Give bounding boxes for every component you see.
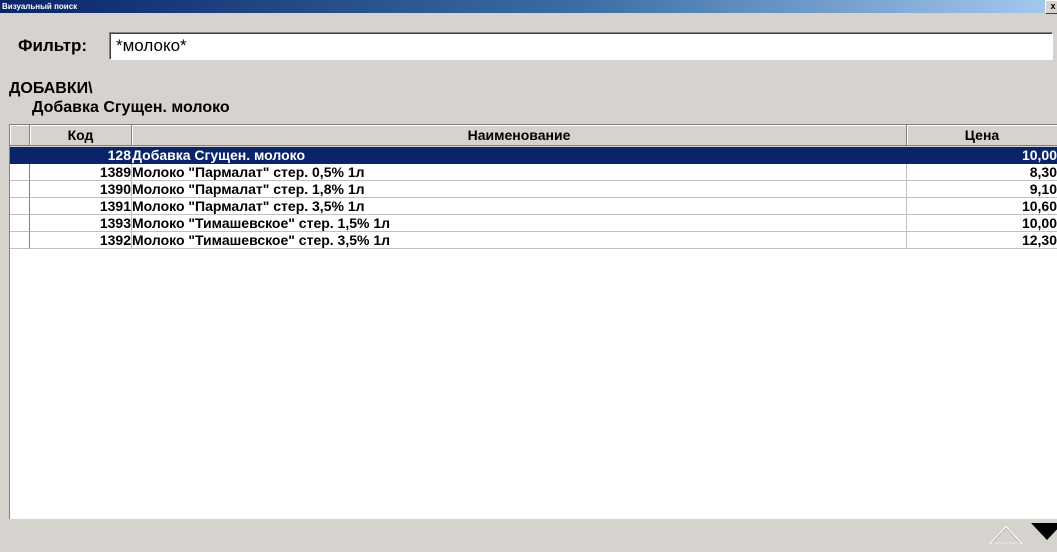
row-indicator bbox=[10, 181, 30, 198]
cell-code: 1389 bbox=[30, 164, 132, 181]
cell-code: 128 bbox=[30, 147, 132, 164]
cell-name: Молоко "Пармалат" стер. 3,5% 1л bbox=[132, 198, 907, 215]
results-grid[interactable]: Код Наименование Цена 128 Добавка Сгущен.… bbox=[9, 124, 1057, 520]
cell-name: Молоко "Тимашевское" стер. 3,5% 1л bbox=[132, 232, 907, 249]
table-row[interactable]: 1392 Молоко "Тимашевское" стер. 3,5% 1л 12… bbox=[10, 232, 1057, 249]
cell-code: 1391 bbox=[30, 198, 132, 215]
triangle-down-icon bbox=[1031, 523, 1057, 540]
cell-price: 9,10 bbox=[907, 181, 1057, 198]
close-button[interactable]: x bbox=[1045, 0, 1057, 14]
triangle-up-icon bbox=[989, 525, 1023, 544]
row-indicator bbox=[10, 164, 30, 181]
cell-code: 1390 bbox=[30, 181, 132, 198]
cell-price: 10,60 bbox=[907, 198, 1057, 215]
breadcrumb: ДОБАВКИ\ bbox=[9, 80, 93, 97]
cell-price: 10,00 bbox=[907, 215, 1057, 232]
table-row[interactable]: 1389 Молоко "Пармалат" стер. 0,5% 1л 8,30 bbox=[10, 164, 1057, 181]
grid-footer bbox=[9, 519, 1057, 547]
row-indicator bbox=[10, 198, 30, 215]
header-indicator bbox=[10, 125, 30, 146]
cell-code: 1393 bbox=[30, 215, 132, 232]
row-indicator bbox=[10, 232, 30, 249]
scroll-up-button[interactable] bbox=[988, 519, 1024, 547]
filter-label: Фильтр: bbox=[18, 36, 88, 55]
window-title: Визуальный поиск bbox=[2, 2, 78, 11]
column-header-name[interactable]: Наименование bbox=[132, 125, 907, 146]
cell-code: 1392 bbox=[30, 232, 132, 249]
title-bar: Визуальный поиск x bbox=[0, 0, 1057, 14]
selected-item-label: Добавка Сгущен. молоко bbox=[32, 99, 230, 116]
row-indicator bbox=[10, 147, 30, 164]
scroll-down-button[interactable] bbox=[1027, 519, 1057, 547]
cell-name: Молоко "Пармалат" стер. 1,8% 1л bbox=[132, 181, 907, 198]
cell-price: 12,30 bbox=[907, 232, 1057, 249]
table-row[interactable]: 1393 Молоко "Тимашевское" стер. 1,5% 1л 10… bbox=[10, 215, 1057, 232]
cell-name: Добавка Сгущен. молоко bbox=[132, 147, 907, 164]
filter-row: Фильтр: bbox=[0, 32, 1057, 62]
cell-price: 8,30 bbox=[907, 164, 1057, 181]
cell-name: Молоко "Тимашевское" стер. 1,5% 1л bbox=[132, 215, 907, 232]
table-row[interactable]: 128 Добавка Сгущен. молоко 10,00 bbox=[10, 147, 1057, 164]
table-row[interactable]: 1390 Молоко "Пармалат" стер. 1,8% 1л 9,10 bbox=[10, 181, 1057, 198]
column-header-price[interactable]: Цена bbox=[907, 125, 1057, 146]
filter-input[interactable] bbox=[109, 32, 1053, 60]
grid-header: Код Наименование Цена bbox=[10, 125, 1057, 147]
cell-price: 10,00 bbox=[907, 147, 1057, 164]
table-row[interactable]: 1391 Молоко "Пармалат" стер. 3,5% 1л 10,60 bbox=[10, 198, 1057, 215]
cell-name: Молоко "Пармалат" стер. 0,5% 1л bbox=[132, 164, 907, 181]
column-header-code[interactable]: Код bbox=[30, 125, 132, 146]
row-indicator bbox=[10, 215, 30, 232]
